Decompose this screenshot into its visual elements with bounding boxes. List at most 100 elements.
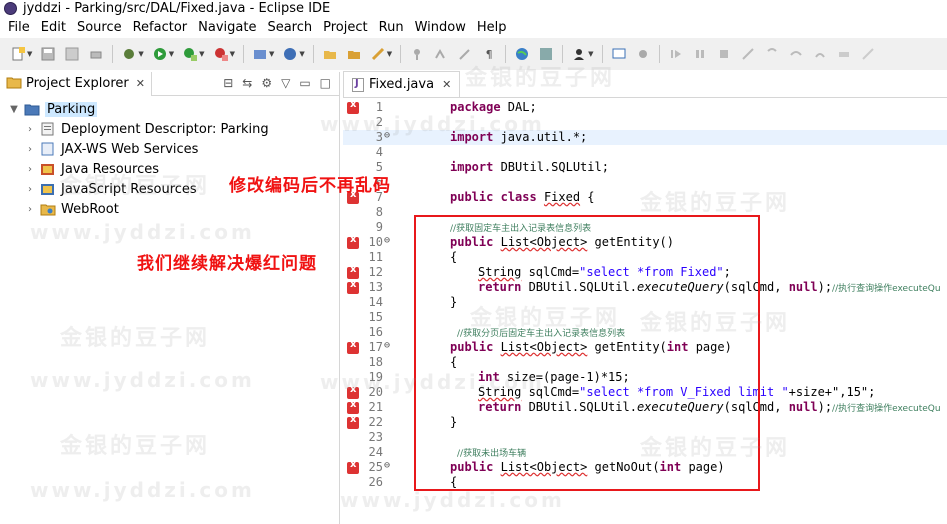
step-into-icon[interactable] [764,46,780,62]
chevron-down-icon[interactable]: ▼ [138,50,143,58]
code-line[interactable]: 1 package DAL; [343,100,947,115]
code-line[interactable]: 10 ⊖ public List<Object> getEntity() [343,235,947,250]
fold-icon[interactable]: ⊖ [384,460,390,471]
menu-source[interactable]: Source [73,20,129,35]
code-line[interactable]: 3 ⊖ import java.util.*; [343,130,947,145]
menu-run[interactable]: Run [375,20,411,35]
maximize-icon[interactable]: □ [320,76,331,90]
code-line[interactable]: 17 ⊖ public List<Object> getEntity(int pag… [343,340,947,355]
code-line[interactable]: 21 return DBUtil.SQLUtil.executeQuery(sql… [343,400,947,415]
code-line[interactable]: 15 [343,310,947,325]
search-icon[interactable] [370,46,386,62]
launch-icon[interactable] [538,46,554,62]
fold-icon[interactable]: ⊖ [384,340,390,351]
chevron-down-icon[interactable]: ▼ [230,50,235,58]
code-line[interactable]: 13 return DBUtil.SQLUtil.executeQuery(sql… [343,280,947,295]
chevron-down-icon[interactable]: ▼ [588,50,593,58]
chevron-right-icon[interactable]: › [24,184,36,195]
code-line[interactable]: 14} [343,295,947,310]
toggle-mark-icon[interactable] [409,46,425,62]
code-line[interactable]: 16 //获取分页后固定车主出入记录表信息列表 [343,325,947,340]
pilcrow-icon[interactable]: ¶ [481,46,497,62]
code-line[interactable]: 23 [343,430,947,445]
tree-item-java-resources[interactable]: › Java Resources [24,159,159,179]
fold-icon[interactable]: ⊖ [384,235,390,246]
code-line[interactable]: 20 String sqlCmd="select *from V_Fixed li… [343,385,947,400]
fold-icon[interactable]: ⊖ [384,130,390,141]
print-icon[interactable] [88,46,104,62]
open-resource-icon[interactable] [346,46,362,62]
menu-project[interactable]: Project [319,20,374,35]
use-step-filters-icon[interactable] [860,46,876,62]
menu-search[interactable]: Search [263,20,319,35]
chevron-down-icon[interactable]: ▼ [8,104,20,115]
code-line[interactable]: 5 import DBUtil.SQLUtil; [343,160,947,175]
view-menu-icon[interactable]: ▽ [281,76,290,90]
chevron-down-icon[interactable]: ▼ [169,50,174,58]
chevron-down-icon[interactable]: ▼ [299,50,304,58]
chevron-right-icon[interactable]: › [24,164,36,175]
run-icon[interactable] [152,46,168,62]
code-line[interactable]: 8 [343,205,947,220]
code-line[interactable]: 25 ⊖ public List<Object> getNoOut(int page… [343,460,947,475]
code-line[interactable]: 22} [343,415,947,430]
menu-window[interactable]: Window [411,20,473,35]
code-line[interactable]: 2 [343,115,947,130]
new-java-class-icon[interactable] [282,46,298,62]
code-line[interactable]: 26 { [343,475,947,490]
code-line[interactable]: 12 String sqlCmd="select *from Fixed"; [343,265,947,280]
chevron-right-icon[interactable]: › [24,204,36,215]
chevron-down-icon[interactable]: ▼ [199,50,204,58]
debug-icon[interactable] [121,46,137,62]
chevron-down-icon[interactable]: ▼ [269,50,274,58]
code-line[interactable]: 9 //获取固定车主出入记录表信息列表 [343,220,947,235]
menu-navigate[interactable]: Navigate [194,20,263,35]
terminate-icon[interactable] [716,46,732,62]
bug-icon[interactable] [635,46,651,62]
menu-file[interactable]: File [4,20,37,35]
code-line[interactable]: 4 [343,145,947,160]
minimize-icon[interactable]: ▭ [299,76,310,90]
chevron-down-icon[interactable]: ▼ [27,50,32,58]
code-line[interactable]: 7 public class Fixed { [343,190,947,205]
globe-icon[interactable] [514,46,530,62]
step-return-icon[interactable] [812,46,828,62]
chevron-right-icon[interactable]: › [24,124,36,135]
code-line[interactable]: 11 { [343,250,947,265]
close-icon[interactable]: ✕ [442,78,451,91]
new-server-icon[interactable] [252,46,268,62]
menu-help[interactable]: Help [473,20,514,35]
resume-icon[interactable] [668,46,684,62]
save-icon[interactable] [40,46,56,62]
close-icon[interactable]: ✕ [136,77,145,90]
code-line[interactable]: 24 //获取未出场车辆 [343,445,947,460]
step-over-icon[interactable] [788,46,804,62]
toggle-breadcrumb-icon[interactable] [433,46,449,62]
tab-fixed-java[interactable]: Fixed.java ✕ [343,71,461,97]
code-line[interactable]: 6 [343,175,947,190]
open-type-icon[interactable] [322,46,338,62]
collapse-all-icon[interactable]: ⊟ [223,76,233,90]
code-line[interactable]: 19 int size=(page-1)*15; [343,370,947,385]
menu-edit[interactable]: Edit [37,20,73,35]
code-line[interactable]: 18 { [343,355,947,370]
tree-item-jax-ws[interactable]: › JAX-WS Web Services [24,139,198,159]
tree-item-webroot[interactable]: › WebRoot [24,199,119,219]
tab-project-explorer[interactable]: Project Explorer ✕ [0,71,152,96]
console-icon[interactable] [611,46,627,62]
drop-frame-icon[interactable] [836,46,852,62]
external-tools-icon[interactable] [213,46,229,62]
run-server-icon[interactable] [182,46,198,62]
save-all-icon[interactable] [64,46,80,62]
tree-item-deployment-descriptor[interactable]: › Deployment Descriptor: Parking [24,119,269,139]
chevron-right-icon[interactable]: › [24,144,36,155]
edit-icon[interactable] [457,46,473,62]
chevron-down-icon[interactable]: ▼ [387,50,392,58]
new-icon[interactable] [10,46,26,62]
disconnect-icon[interactable] [740,46,756,62]
tree-item-parking[interactable]: ▼ Parking [8,99,98,119]
tree-item-javascript-resources[interactable]: › JavaScript Resources [24,179,197,199]
menu-refactor[interactable]: Refactor [129,20,195,35]
suspend-icon[interactable] [692,46,708,62]
filter-icon[interactable]: ⚙ [261,76,272,90]
